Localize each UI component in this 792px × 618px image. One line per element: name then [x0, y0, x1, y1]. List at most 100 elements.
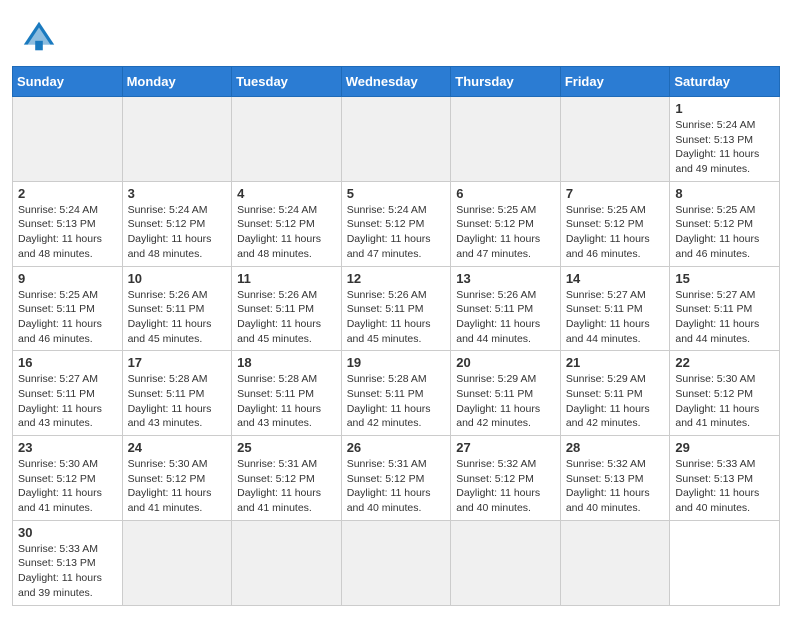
sunset-text: Sunset: 5:13 PM [675, 473, 753, 485]
table-row: 14Sunrise: 5:27 AMSunset: 5:11 PMDayligh… [560, 266, 670, 351]
table-row: 22Sunrise: 5:30 AMSunset: 5:12 PMDayligh… [670, 351, 780, 436]
sunrise-text: Sunrise: 5:26 AM [456, 289, 536, 301]
sunrise-text: Sunrise: 5:27 AM [18, 373, 98, 385]
day-number: 28 [566, 440, 665, 455]
daylight-text: Daylight: 11 hours and 41 minutes. [237, 487, 321, 514]
sunrise-text: Sunrise: 5:28 AM [347, 373, 427, 385]
table-row: 4 Sunrise: 5:24 AMSunset: 5:12 PMDaylight… [232, 181, 342, 266]
daylight-text: Daylight: 11 hours and 39 minutes. [18, 572, 102, 599]
day-info: Sunrise: 5:24 AMSunset: 5:12 PMDaylight:… [237, 203, 336, 262]
sunset-text: Sunset: 5:11 PM [347, 303, 424, 315]
col-tuesday: Tuesday [232, 67, 342, 97]
daylight-text: Daylight: 11 hours and 42 minutes. [566, 403, 650, 430]
table-row: 12Sunrise: 5:26 AMSunset: 5:11 PMDayligh… [341, 266, 451, 351]
day-info: Sunrise: 5:25 AMSunset: 5:12 PMDaylight:… [456, 203, 555, 262]
sunrise-text: Sunrise: 5:24 AM [675, 119, 755, 131]
table-row [232, 97, 342, 182]
sunrise-text: Sunrise: 5:27 AM [566, 289, 646, 301]
table-row [451, 97, 561, 182]
sunset-text: Sunset: 5:12 PM [237, 218, 315, 230]
day-info: Sunrise: 5:27 AMSunset: 5:11 PMDaylight:… [566, 288, 665, 347]
daylight-text: Daylight: 11 hours and 47 minutes. [456, 233, 540, 260]
day-number: 2 [18, 186, 117, 201]
table-row: 20Sunrise: 5:29 AMSunset: 5:11 PMDayligh… [451, 351, 561, 436]
calendar-row: 30Sunrise: 5:33 AMSunset: 5:13 PMDayligh… [13, 520, 780, 605]
day-number: 22 [675, 355, 774, 370]
day-number: 4 [237, 186, 336, 201]
sunrise-text: Sunrise: 5:24 AM [128, 204, 208, 216]
table-row: 11Sunrise: 5:26 AMSunset: 5:11 PMDayligh… [232, 266, 342, 351]
col-friday: Friday [560, 67, 670, 97]
sunset-text: Sunset: 5:12 PM [675, 388, 753, 400]
day-number: 3 [128, 186, 227, 201]
day-number: 18 [237, 355, 336, 370]
table-row: 2 Sunrise: 5:24 AMSunset: 5:13 PMDaylight… [13, 181, 123, 266]
table-row: 8Sunrise: 5:25 AMSunset: 5:12 PMDaylight… [670, 181, 780, 266]
day-number: 17 [128, 355, 227, 370]
table-row: 19Sunrise: 5:28 AMSunset: 5:11 PMDayligh… [341, 351, 451, 436]
day-info: Sunrise: 5:26 AMSunset: 5:11 PMDaylight:… [347, 288, 446, 347]
sunrise-text: Sunrise: 5:28 AM [237, 373, 317, 385]
day-info: Sunrise: 5:32 AMSunset: 5:12 PMDaylight:… [456, 457, 555, 516]
table-row [122, 97, 232, 182]
day-info: Sunrise: 5:28 AMSunset: 5:11 PMDaylight:… [237, 372, 336, 431]
day-info: Sunrise: 5:25 AMSunset: 5:11 PMDaylight:… [18, 288, 117, 347]
day-info: Sunrise: 5:25 AMSunset: 5:12 PMDaylight:… [566, 203, 665, 262]
sunrise-text: Sunrise: 5:31 AM [347, 458, 427, 470]
day-info: Sunrise: 5:31 AMSunset: 5:12 PMDaylight:… [347, 457, 446, 516]
sunset-text: Sunset: 5:12 PM [675, 218, 753, 230]
sunrise-text: Sunrise: 5:25 AM [456, 204, 536, 216]
day-info: Sunrise: 5:28 AMSunset: 5:11 PMDaylight:… [347, 372, 446, 431]
daylight-text: Daylight: 11 hours and 42 minutes. [347, 403, 431, 430]
day-number: 12 [347, 271, 446, 286]
sunrise-text: Sunrise: 5:30 AM [128, 458, 208, 470]
sunrise-text: Sunrise: 5:33 AM [18, 543, 98, 555]
day-info: Sunrise: 5:26 AMSunset: 5:11 PMDaylight:… [237, 288, 336, 347]
day-number: 10 [128, 271, 227, 286]
sunrise-text: Sunrise: 5:32 AM [456, 458, 536, 470]
sunrise-text: Sunrise: 5:30 AM [18, 458, 98, 470]
sunrise-text: Sunrise: 5:25 AM [675, 204, 755, 216]
daylight-text: Daylight: 11 hours and 40 minutes. [675, 487, 759, 514]
day-number: 16 [18, 355, 117, 370]
sunset-text: Sunset: 5:12 PM [18, 473, 96, 485]
sunrise-text: Sunrise: 5:29 AM [566, 373, 646, 385]
sunset-text: Sunset: 5:11 PM [566, 303, 643, 315]
day-info: Sunrise: 5:25 AM Sunset: 5:12 PM Daylight:… [675, 203, 774, 262]
sunrise-text: Sunrise: 5:31 AM [237, 458, 317, 470]
sunset-text: Sunset: 5:12 PM [128, 218, 206, 230]
table-row: 26 Sunrise: 5:31 AMSunset: 5:12 PMDayligh… [341, 436, 451, 521]
sunrise-text: Sunrise: 5:26 AM [347, 289, 427, 301]
day-number: 25 [237, 440, 336, 455]
sunset-text: Sunset: 5:13 PM [566, 473, 644, 485]
table-row: 5Sunrise: 5:24 AMSunset: 5:12 PMDaylight… [341, 181, 451, 266]
day-number: 6 [456, 186, 555, 201]
table-row: 6 Sunrise: 5:25 AMSunset: 5:12 PMDaylight… [451, 181, 561, 266]
daylight-text: Daylight: 11 hours and 45 minutes. [128, 318, 212, 345]
daylight-text: Daylight: 11 hours and 41 minutes. [128, 487, 212, 514]
daylight-text: Daylight: 11 hours and 44 minutes. [456, 318, 540, 345]
daylight-text: Daylight: 11 hours and 44 minutes. [675, 318, 759, 345]
col-monday: Monday [122, 67, 232, 97]
daylight-text: Daylight: 11 hours and 43 minutes. [237, 403, 321, 430]
table-row [122, 520, 232, 605]
day-info: Sunrise: 5:24 AMSunset: 5:13 PMDaylight:… [18, 203, 117, 262]
day-number: 26 [347, 440, 446, 455]
col-saturday: Saturday [670, 67, 780, 97]
table-row: 28Sunrise: 5:32 AMSunset: 5:13 PMDayligh… [560, 436, 670, 521]
sunset-text: Sunset: 5:12 PM [237, 473, 315, 485]
sunset-text: Sunset: 5:11 PM [566, 388, 643, 400]
table-row: 16Sunrise: 5:27 AMSunset: 5:11 PMDayligh… [13, 351, 123, 436]
sunset-text: Sunset: 5:11 PM [128, 303, 205, 315]
sunrise-text: Sunrise: 5:24 AM [347, 204, 427, 216]
table-row: 7Sunrise: 5:25 AMSunset: 5:12 PMDaylight… [560, 181, 670, 266]
daylight-text: Daylight: 11 hours and 43 minutes. [18, 403, 102, 430]
daylight-text: Daylight: 11 hours and 46 minutes. [675, 233, 759, 260]
daylight-text: Daylight: 11 hours and 43 minutes. [128, 403, 212, 430]
table-row: 3Sunrise: 5:24 AMSunset: 5:12 PMDaylight… [122, 181, 232, 266]
daylight-text: Daylight: 11 hours and 40 minutes. [456, 487, 540, 514]
sunrise-text: Sunrise: 5:25 AM [18, 289, 98, 301]
sunset-text: Sunset: 5:11 PM [675, 303, 752, 315]
daylight-text: Daylight: 11 hours and 40 minutes. [566, 487, 650, 514]
daylight-text: Daylight: 11 hours and 42 minutes. [456, 403, 540, 430]
